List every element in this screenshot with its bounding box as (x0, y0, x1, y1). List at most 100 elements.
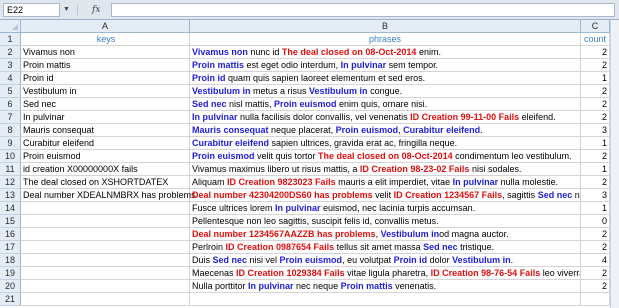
cell-keys[interactable]: keys (21, 33, 190, 46)
cell-phrases[interactable]: Nulla porttitor In pulvinar nec neque Pr… (190, 280, 581, 293)
cell-phrases[interactable]: Perlroin ID Creation 0987654 Fails tellu… (190, 241, 581, 254)
row-header[interactable]: 11 (0, 163, 21, 176)
cell-phrases[interactable]: Maecenas ID Creation 1029384 Fails vitae… (190, 267, 581, 280)
column-header-a[interactable]: A (21, 20, 190, 33)
row-header[interactable]: 5 (0, 85, 21, 98)
row-header[interactable]: 21 (0, 293, 21, 306)
row-header[interactable]: 16 (0, 228, 21, 241)
cell-keys[interactable] (21, 293, 190, 306)
cell-count[interactable]: 1 (581, 72, 610, 85)
cell-phrases[interactable]: Vivamus non nunc id The deal closed on 0… (190, 46, 581, 59)
row-header[interactable]: 10 (0, 150, 21, 163)
cell-phrases[interactable]: Proin euismod velit quis tortor The deal… (190, 150, 581, 163)
cell-keys[interactable] (21, 202, 190, 215)
row-header[interactable]: 2 (0, 46, 21, 59)
cell-phrases[interactable]: Proin mattis est eget odio interdum, In … (190, 59, 581, 72)
cell-keys[interactable]: Proin id (21, 72, 190, 85)
cell-phrases[interactable]: Mauris consequat neque placerat, Proin e… (190, 124, 581, 137)
cell-count[interactable]: 2 (581, 228, 610, 241)
cell-phrases[interactable]: In pulvinar nulla facilisis dolor conval… (190, 111, 581, 124)
cell-keys[interactable]: The deal closed on XSHORTDATEX (21, 176, 190, 189)
cell-keys[interactable] (21, 267, 190, 280)
row-header[interactable]: 15 (0, 215, 21, 228)
cell-count[interactable]: 4 (581, 254, 610, 267)
cell-count[interactable]: 2 (581, 241, 610, 254)
cell-phrases[interactable]: Proin id quam quis sapien laoreet elemen… (190, 72, 581, 85)
column-header-c[interactable]: C (581, 20, 610, 33)
vertical-scrollbar[interactable] (610, 20, 619, 308)
cell-count[interactable]: 1 (581, 163, 610, 176)
cell-keys[interactable]: Sed nec (21, 98, 190, 111)
cell-phrases[interactable]: Curabitur eleifend sapien ultrices, grav… (190, 137, 581, 150)
cell-count[interactable]: 2 (581, 59, 610, 72)
cell-count[interactable]: 2 (581, 267, 610, 280)
row-header[interactable]: 3 (0, 59, 21, 72)
cell-phrases[interactable]: Sed nec nisl mattis, Proin euismod enim … (190, 98, 581, 111)
cell-count[interactable]: 1 (581, 202, 610, 215)
phrase-segment: mauris a elit imperdiet, vitae (335, 177, 453, 187)
phrase-segment: In pulvinar (248, 281, 294, 291)
name-box[interactable]: E22 (3, 3, 60, 17)
row-header[interactable]: 1 (0, 33, 21, 46)
row-header[interactable]: 13 (0, 189, 21, 202)
cell-count[interactable] (581, 293, 610, 306)
row-header[interactable]: 8 (0, 124, 21, 137)
row-header[interactable]: 7 (0, 111, 21, 124)
cell-keys[interactable] (21, 254, 190, 267)
cell-count[interactable]: 2 (581, 85, 610, 98)
row-header[interactable]: 4 (0, 72, 21, 85)
cell-keys[interactable] (21, 215, 190, 228)
select-all-button[interactable] (0, 20, 21, 33)
cell-keys[interactable]: Proin euismod (21, 150, 190, 163)
cell-keys[interactable]: In pulvinar (21, 111, 190, 124)
cell-keys[interactable] (21, 280, 190, 293)
cell-keys[interactable] (21, 241, 190, 254)
cell-phrases[interactable]: Pellentesque non leo sagittis, suscipit … (190, 215, 581, 228)
cell-count[interactable]: 2 (581, 176, 610, 189)
phrase-segment: nisl mattis, (226, 99, 275, 109)
phrase-segment: Maecenas (192, 268, 237, 278)
row-header[interactable]: 9 (0, 137, 21, 150)
phrase-segment: nulla molestie. (498, 177, 559, 187)
cell-phrases[interactable]: Vivamus maximus libero ut risus mattis, … (190, 163, 581, 176)
cell-count[interactable]: 3 (581, 124, 610, 137)
cell-count[interactable]: 2 (581, 150, 610, 163)
cell-count[interactable]: 2 (581, 111, 610, 124)
row-header[interactable]: 18 (0, 254, 21, 267)
insert-function-icon[interactable]: fx (92, 3, 108, 17)
cell-phrases[interactable]: Duis Sed nec nisi vel Proin euismod, eu … (190, 254, 581, 267)
cell-keys[interactable] (21, 228, 190, 241)
row-header[interactable]: 17 (0, 241, 21, 254)
cell-count[interactable]: 1 (581, 137, 610, 150)
cell-phrases[interactable]: Deal number 42304200DS60 has problems ve… (190, 189, 581, 202)
cell-keys[interactable]: Mauris consequat (21, 124, 190, 137)
cell-count[interactable]: 2 (581, 46, 610, 59)
cell-phrases[interactable]: Aliquam ID Creation 9823023 Fails mauris… (190, 176, 581, 189)
row-header[interactable]: 20 (0, 280, 21, 293)
cell-phrases[interactable]: Fusce ultrices lorem In pulvinar euismod… (190, 202, 581, 215)
row-header[interactable]: 12 (0, 176, 21, 189)
cell-keys[interactable]: Deal number XDEALNMBRX has problems (21, 189, 196, 202)
cell-phrases[interactable] (190, 293, 581, 306)
cell-keys[interactable]: id creation X00000000X fails (21, 163, 190, 176)
cell-count[interactable]: 3 (581, 189, 610, 202)
name-box-dropdown-icon[interactable]: ▼ (62, 4, 71, 16)
cell-count[interactable]: count (581, 33, 610, 46)
cell-phrases[interactable]: Vestibulum in metus a risus Vestibulum i… (190, 85, 581, 98)
cell-keys[interactable]: Proin mattis (21, 59, 190, 72)
cell-keys[interactable]: Vestibulum in (21, 85, 190, 98)
spreadsheet-grid: A B C 1 keys phrases count 2 Vivamus non Vivam… (0, 20, 610, 308)
cell-count[interactable]: 2 (581, 280, 610, 293)
formula-input[interactable] (111, 3, 615, 17)
cell-count[interactable]: 2 (581, 98, 610, 111)
cell-phrases[interactable]: Deal number 1234567AAZZB has problems, V… (190, 228, 581, 241)
cell-phrases[interactable]: phrases (190, 33, 581, 46)
cell-keys[interactable]: Vivamus non (21, 46, 190, 59)
cell-count[interactable]: 0 (581, 215, 610, 228)
row-header[interactable]: 6 (0, 98, 21, 111)
row-header[interactable]: 14 (0, 202, 21, 215)
column-header-b[interactable]: B (190, 20, 581, 33)
row-header[interactable]: 19 (0, 267, 21, 280)
cell-keys[interactable]: Curabitur eleifend (21, 137, 190, 150)
phrase-segment: Aliquam (192, 177, 228, 187)
